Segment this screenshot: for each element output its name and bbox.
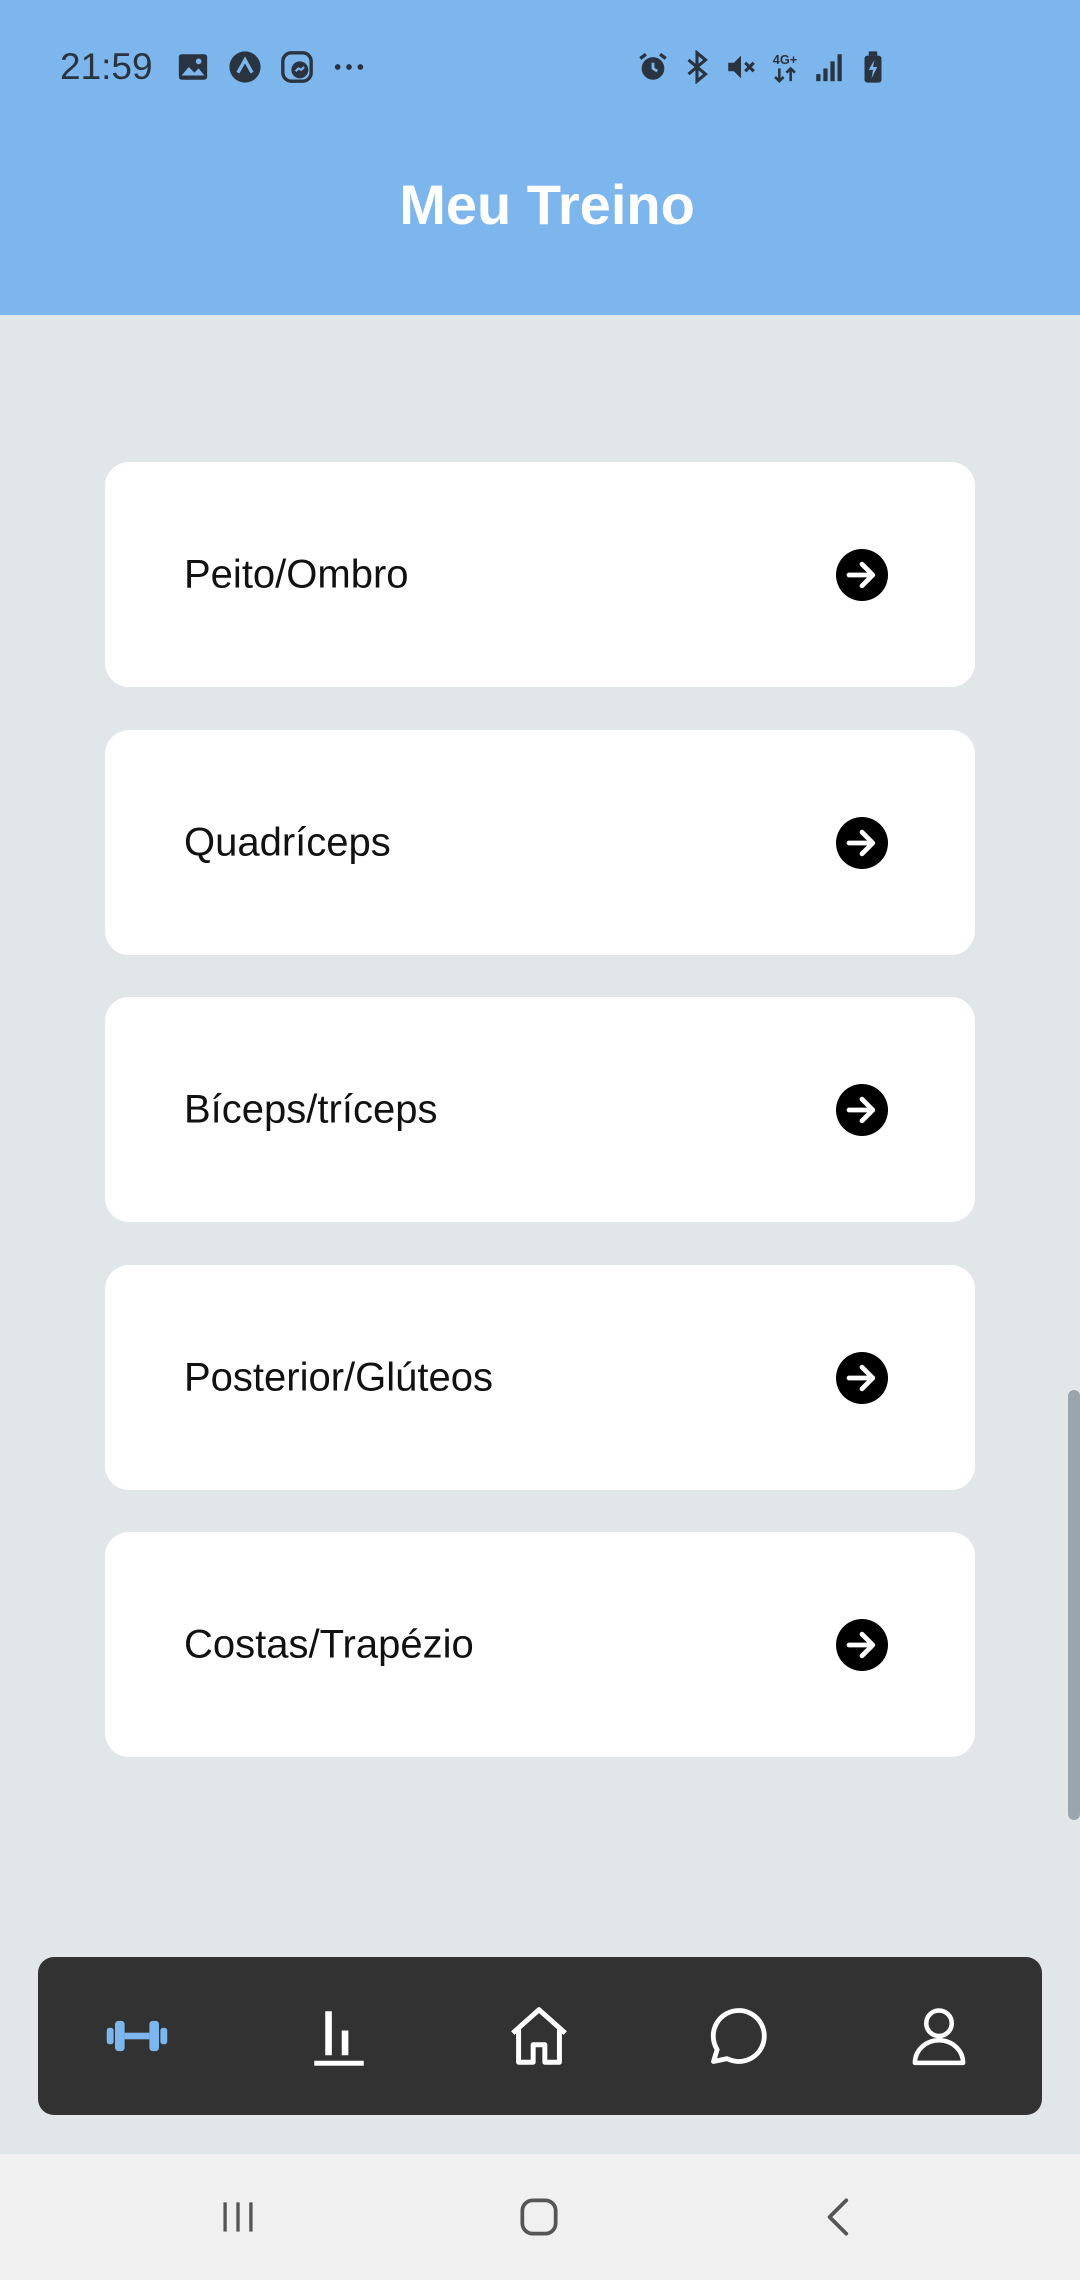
status-notification-icons: [176, 50, 366, 84]
image-icon: [178, 54, 208, 80]
workout-card-label: Costas/Trapézio: [184, 1622, 474, 1666]
messenger-icon: [281, 51, 313, 83]
workout-card-posterior-gluteos[interactable]: Posterior/Glúteos: [105, 1265, 975, 1490]
profile-icon: [912, 2008, 966, 2066]
chat-icon: [710, 2008, 767, 2064]
nav-item-profile[interactable]: [884, 1957, 994, 2115]
home-icon: [511, 2007, 567, 2065]
battery-icon: [864, 51, 882, 83]
scrollbar[interactable]: [1068, 1390, 1080, 1820]
page-title: Meu Treino: [399, 173, 695, 236]
workout-card-label: Bíceps/tríceps: [184, 1087, 438, 1131]
signal-icon: [816, 54, 842, 82]
workout-card-label: Peito/Ombro: [184, 552, 409, 596]
recent-apps-icon: [223, 2202, 253, 2232]
status-time: 21:59: [60, 46, 153, 87]
workout-card-label: Posterior/Glúteos: [184, 1355, 494, 1399]
nav-item-home[interactable]: [484, 1957, 594, 2115]
back-button[interactable]: [804, 2181, 876, 2253]
more-dots-icon: [334, 64, 364, 70]
app-icon: [229, 51, 261, 83]
bluetooth-icon: [687, 50, 708, 84]
arrow-right-circle-icon[interactable]: [836, 1351, 888, 1404]
nav-item-chat[interactable]: [684, 1957, 794, 2115]
home-button[interactable]: [503, 2181, 575, 2253]
status-system-icons: 4G+: [636, 50, 890, 84]
4g-icon: 4G+: [773, 52, 797, 83]
workout-card-label: Quadríceps: [184, 820, 391, 864]
recent-apps-button[interactable]: [202, 2181, 274, 2253]
workout-card-costas-trapezio[interactable]: Costas/Trapézio: [105, 1532, 975, 1757]
nav-item-stats[interactable]: [284, 1957, 394, 2115]
stats-icon: [314, 2011, 364, 2066]
workout-card-biceps-triceps[interactable]: Bíceps/tríceps: [105, 997, 975, 1222]
status-bar: 21:59 4G+: [0, 0, 1080, 135]
mute-icon: [728, 55, 755, 79]
nav-item-workout[interactable]: [82, 1957, 192, 2115]
system-nav-bar: [0, 2154, 1080, 2280]
bottom-nav: [38, 1957, 1042, 2115]
alarm-icon: [639, 52, 667, 80]
dumbbell-icon: [106, 2020, 168, 2052]
workout-card-peito-ombro[interactable]: Peito/Ombro: [105, 462, 975, 687]
back-icon: [827, 2198, 849, 2236]
home-button-icon: [520, 2198, 558, 2236]
workout-card-quadriceps[interactable]: Quadríceps: [105, 730, 975, 955]
svg-text:4G+: 4G+: [773, 52, 797, 67]
arrow-right-circle-icon[interactable]: [836, 548, 888, 601]
arrow-right-circle-icon[interactable]: [836, 816, 888, 869]
arrow-right-circle-icon[interactable]: [836, 1083, 888, 1136]
app-header: 21:59 4G+ Meu Treino: [0, 0, 1080, 315]
arrow-right-circle-icon[interactable]: [836, 1618, 888, 1671]
